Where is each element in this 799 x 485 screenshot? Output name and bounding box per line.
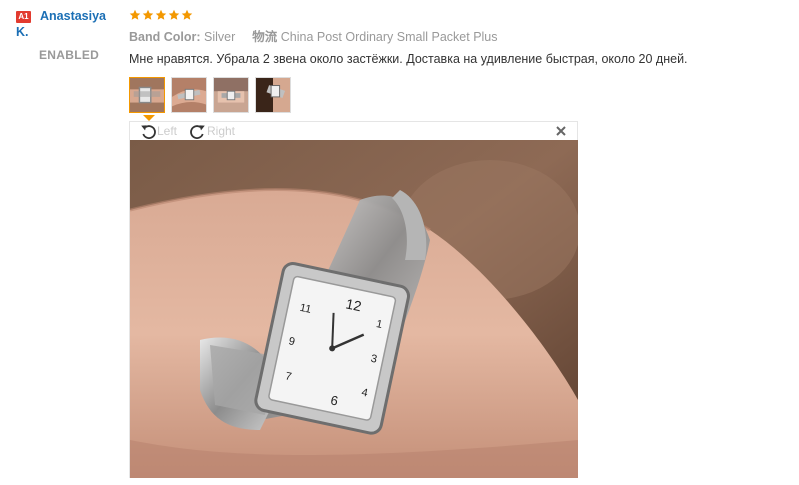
star-icon [168, 9, 180, 21]
rotate-right-label: Right [207, 124, 236, 138]
close-icon[interactable] [555, 125, 567, 137]
photo-viewer: Left Right 12 1 3 4 6 7 9 11 [129, 121, 578, 478]
review-text: Мне нравятся. Убрала 2 звена около застё… [129, 52, 688, 66]
review-meta: Band Color: Silver 物流 China Post Ordinar… [129, 30, 498, 44]
thumbnail-3[interactable] [213, 77, 249, 113]
star-icon [155, 9, 167, 21]
rotate-left-icon [139, 123, 157, 139]
star-icon [181, 9, 193, 21]
viewer-toolbar: Left Right [130, 122, 577, 140]
band-color-value: Silver [204, 30, 236, 44]
rotate-left-button[interactable]: Left [139, 123, 177, 139]
svg-text:11: 11 [299, 302, 313, 316]
thumbnail-4[interactable] [255, 77, 291, 113]
reviewer-info: A1 Anastasiya K. ENABLED [0, 0, 120, 485]
thumbnail-2[interactable] [171, 77, 207, 113]
shipping-label: 物流 [252, 30, 278, 44]
band-color-label: Band Color: [129, 30, 201, 44]
star-rating [129, 9, 193, 23]
review-photo: 12 1 3 4 6 7 9 11 [130, 140, 578, 478]
rotate-right-button[interactable]: Right [189, 123, 235, 139]
thumbnail-1[interactable] [129, 77, 165, 113]
reviewer-status: ENABLED [39, 48, 100, 62]
rotate-right-icon [189, 123, 207, 139]
rotate-left-label: Left [157, 124, 178, 138]
star-icon [142, 9, 154, 21]
star-icon [129, 9, 141, 21]
shipping-value: China Post Ordinary Small Packet Plus [280, 30, 498, 44]
reviewer-name-link[interactable]: Anastasiya K. [16, 8, 120, 40]
photo-thumbnails [129, 77, 297, 113]
